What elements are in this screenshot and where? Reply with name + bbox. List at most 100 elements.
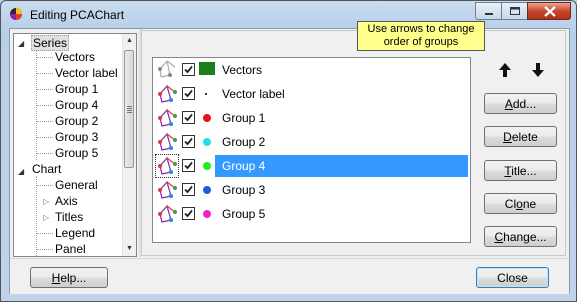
- close-window-button[interactable]: [527, 2, 571, 20]
- grip-icon: [127, 110, 132, 111]
- tree-guide-line: [37, 121, 53, 122]
- change-button[interactable]: Change...: [484, 226, 557, 247]
- grip-icon: [127, 106, 132, 107]
- series-row-vectors[interactable]: Vectors: [153, 58, 470, 82]
- tree-guide-line: [36, 48, 37, 160]
- button-label: elp...: [60, 271, 87, 285]
- tree-guide-line: [37, 105, 53, 106]
- scroll-up-icon[interactable]: ▲: [126, 37, 133, 44]
- scroll-down-icon[interactable]: ▼: [126, 245, 133, 252]
- window-title: Editing PCAChart: [30, 8, 125, 22]
- accelerator-key: o: [516, 197, 523, 211]
- title-bar[interactable]: Editing PCAChart: [1, 1, 576, 27]
- tooltip-line: order of groups: [383, 36, 459, 48]
- series-checkbox[interactable]: [182, 87, 195, 100]
- series-style-icon: [158, 108, 177, 127]
- series-color-swatch: [203, 186, 211, 194]
- tooltip-line: Use arrows to change: [367, 23, 475, 35]
- series-label: Group 4: [222, 159, 266, 173]
- arrow-up-icon[interactable]: [498, 62, 512, 78]
- arrow-down-icon[interactable]: [531, 62, 545, 78]
- tree-guide-line: [37, 153, 53, 154]
- checkmark-icon: [184, 161, 193, 170]
- series-label: Vectors: [222, 63, 263, 77]
- series-label: Group 5: [222, 207, 266, 221]
- tree-guide-line: [37, 73, 53, 74]
- tree-item-vector-label[interactable]: Vector label: [55, 65, 118, 81]
- series-row-group-2[interactable]: Group 2: [153, 130, 470, 154]
- tree-item-group-1[interactable]: Group 1: [55, 81, 98, 97]
- clone-button[interactable]: Clone: [484, 193, 557, 214]
- series-row-group-4[interactable]: Group 4: [153, 154, 470, 178]
- tree-item-titles[interactable]: Titles: [55, 209, 83, 225]
- series-checkbox[interactable]: [182, 135, 195, 148]
- accelerator-key: C: [494, 230, 504, 244]
- series-color-swatch: [203, 114, 211, 122]
- tree-item-group-2[interactable]: Group 2: [55, 113, 98, 129]
- series-checkbox[interactable]: [182, 207, 195, 220]
- series-checkbox[interactable]: [182, 111, 195, 124]
- series-color-swatch: [199, 62, 215, 75]
- settings-tree[interactable]: ◢ Series Vectors Vector label Group 1 Gr…: [13, 33, 137, 257]
- accelerator-key: D: [503, 130, 512, 144]
- expand-icon[interactable]: ▷: [43, 197, 49, 206]
- tree-guide-line: [37, 185, 53, 186]
- delete-button[interactable]: Delete: [484, 126, 557, 147]
- checkmark-icon: [184, 137, 193, 146]
- series-checkbox[interactable]: [182, 63, 195, 76]
- tree-item-legend[interactable]: Legend: [55, 225, 95, 241]
- tree-item-chart[interactable]: Chart: [32, 161, 61, 177]
- close-icon: [544, 6, 556, 17]
- tree-item-general[interactable]: General: [55, 177, 98, 193]
- series-label: Group 3: [222, 183, 266, 197]
- series-label: Vector label: [222, 87, 285, 101]
- series-row-group-5[interactable]: Group 5: [153, 202, 470, 226]
- tree-guide-line: [37, 89, 53, 90]
- expand-icon[interactable]: ▷: [43, 213, 49, 222]
- series-style-icon: [158, 180, 177, 199]
- tree-item-panel[interactable]: Panel: [55, 241, 86, 256]
- checkmark-icon: [184, 89, 193, 98]
- series-row-group-1[interactable]: Group 1: [153, 106, 470, 130]
- tree-item-group-3[interactable]: Group 3: [55, 129, 98, 145]
- order-tooltip: Use arrows to change order of groups: [357, 21, 485, 51]
- minimize-icon: [485, 13, 493, 15]
- tree-guide-line: [37, 249, 53, 250]
- collapse-icon[interactable]: ◢: [18, 39, 24, 48]
- series-list[interactable]: Vectors Vector label Group 1 Group 2 Gro…: [152, 57, 471, 243]
- minimize-button[interactable]: [475, 2, 501, 20]
- series-checkbox[interactable]: [182, 183, 195, 196]
- accelerator-key: A: [504, 97, 513, 111]
- button-label: hange...: [503, 230, 547, 244]
- tree-item-group-4[interactable]: Group 4: [55, 97, 98, 113]
- dialog-client-area: ◢ Series Vectors Vector label Group 1 Gr…: [9, 28, 570, 294]
- series-checkbox[interactable]: [182, 159, 195, 172]
- tree-guide-line: [37, 57, 53, 58]
- series-color-swatch: [203, 138, 211, 146]
- collapse-icon[interactable]: ◢: [18, 167, 24, 176]
- series-row-vector-label[interactable]: Vector label: [153, 82, 470, 106]
- maximize-button[interactable]: [501, 2, 527, 20]
- tree-item-axis[interactable]: Axis: [55, 193, 78, 209]
- close-button[interactable]: Close: [476, 267, 549, 288]
- series-style-icon: [158, 84, 177, 103]
- tree-item-group-5[interactable]: Group 5: [55, 145, 98, 161]
- add-button[interactable]: Add...: [484, 93, 557, 114]
- checkmark-icon: [184, 185, 193, 194]
- help-button[interactable]: Help...: [30, 267, 108, 288]
- series-color-swatch: [205, 93, 207, 95]
- app-icon: [10, 8, 22, 20]
- scrollbar-thumb[interactable]: [124, 50, 134, 168]
- button-label: elete: [511, 130, 538, 144]
- button-label: Cl: [504, 197, 517, 211]
- series-style-icon: [155, 154, 179, 178]
- tree-scrollbar[interactable]: ▲ ▼: [122, 34, 136, 256]
- title-button[interactable]: Title...: [484, 160, 557, 181]
- maximize-icon: [510, 7, 520, 15]
- grip-icon: [127, 108, 132, 109]
- tree-item-vectors[interactable]: Vectors: [55, 49, 95, 65]
- button-label: dd...: [512, 97, 537, 111]
- button-label: ne: [522, 197, 537, 211]
- series-style-icon: [158, 204, 177, 223]
- series-row-group-3[interactable]: Group 3: [153, 178, 470, 202]
